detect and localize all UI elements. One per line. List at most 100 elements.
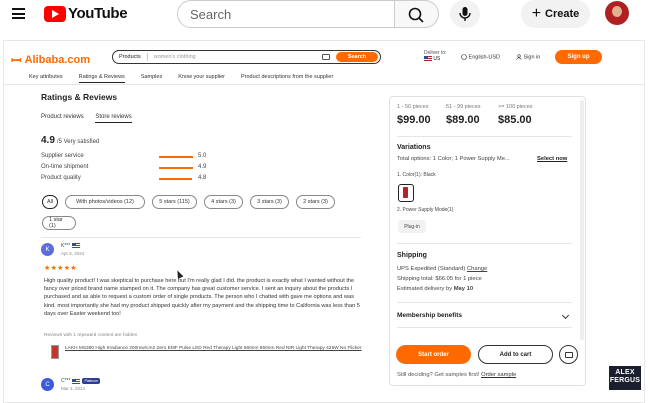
tier-range: >= 100 pieces (498, 104, 533, 110)
tier-price: $89.00 (446, 114, 480, 126)
shipping-method: UPS Expedited (Standard) Change (397, 266, 487, 272)
alibaba-wordmark: Alibaba.com (24, 54, 90, 66)
variations-total: Total options: 1 Color; 1 Power Supply M… (397, 156, 510, 162)
mic-icon (459, 7, 471, 21)
user-icon (516, 54, 522, 60)
camera-icon[interactable] (322, 54, 330, 60)
watermark-line1: ALEX (615, 369, 635, 376)
alibaba-search-button[interactable]: Search (336, 52, 378, 62)
purchase-panel (389, 96, 586, 386)
nav-key-attributes[interactable]: Key attributes (29, 74, 63, 83)
panel-divider (397, 243, 572, 244)
metric-label: Supplier service (41, 153, 84, 159)
channel-watermark: ALEX FERGUS (609, 366, 641, 390)
search-icon (408, 7, 424, 23)
alibaba-search-bar[interactable]: Products women's clothing Search (112, 50, 381, 64)
search-category-select[interactable]: Products (113, 53, 148, 61)
youtube-play-icon (44, 5, 66, 22)
alibaba-search-input[interactable]: women's clothing (148, 54, 322, 60)
filter-all[interactable]: All (42, 195, 58, 209)
metric-value: 4.8 (198, 175, 207, 181)
metric-bar (159, 156, 193, 158)
select-now-link[interactable]: Select now (537, 156, 567, 162)
youtube-search-button[interactable] (395, 0, 439, 28)
create-label: Create (545, 8, 580, 20)
membership-benefits[interactable]: Membership benefits (397, 312, 462, 319)
language-label: English-USD (468, 54, 501, 61)
reviewer-avatar: C (41, 378, 54, 391)
add-to-cart-button[interactable]: Add to cart (478, 345, 553, 364)
review-date: Mar 3, 2024 (61, 386, 86, 391)
change-shipping-link[interactable]: Change (467, 266, 487, 272)
us-flag-icon (424, 56, 432, 62)
reviews-title: Ratings & Reviews (41, 92, 118, 102)
tier-price: $99.00 (397, 114, 431, 126)
panel-scrollbar[interactable] (580, 100, 584, 340)
create-button[interactable]: + Create (521, 0, 590, 28)
filter-4-stars[interactable]: 4 stars (3) (204, 195, 243, 209)
product-nav: Key attributes Ratings & Reviews Samples… (29, 74, 349, 83)
account-avatar[interactable] (605, 1, 629, 25)
review-date: Apr 6, 2024 (61, 251, 85, 256)
menu-icon[interactable] (12, 8, 25, 19)
filter-2-stars[interactable]: 2 stars (3) (296, 195, 335, 209)
hidden-reviews-note: Reviews with 1 repeated content are hidd… (44, 333, 138, 338)
start-order-button[interactable]: Start order (396, 345, 471, 364)
platinum-badge: Platinum (82, 378, 101, 384)
metric-value: 5.0 (198, 153, 207, 159)
nav-know-supplier[interactable]: Know your supplier (178, 74, 225, 83)
samples-note: Still deciding? Get samples first! Order… (397, 372, 516, 378)
reviewer-avatar: K (41, 243, 54, 256)
filter-5-stars[interactable]: 5 stars (115) (152, 195, 197, 209)
sign-up-button[interactable]: Sign up (555, 50, 602, 64)
score-value: 4.9 (41, 135, 55, 146)
power-option-plug-in[interactable]: Plug-in (398, 220, 426, 233)
filter-photos-videos[interactable]: With photos/videos (12) (65, 195, 145, 209)
tier-price: $85.00 (498, 114, 532, 126)
estimated-delivery-date: May 10 (453, 286, 474, 292)
sign-in-link[interactable]: Sign in (516, 54, 540, 60)
message-icon (564, 351, 573, 358)
reviewer-name: C*** Platinum (61, 378, 101, 384)
nav-samples[interactable]: Samples (141, 74, 162, 83)
product-thumbnail[interactable] (51, 345, 59, 359)
us-flag-icon (72, 378, 81, 384)
tab-store-reviews[interactable]: Store reviews (95, 114, 132, 123)
variations-title: Variations (397, 144, 431, 151)
score-suffix: /5 Very satisfied (56, 139, 100, 145)
review-tabs: Product reviews Store reviews (41, 114, 142, 123)
panel-divider (397, 302, 572, 303)
panel-divider (397, 327, 572, 328)
review-body: High quality product! I was skeptical to… (44, 278, 360, 317)
order-sample-link[interactable]: Order sample (481, 372, 516, 378)
youtube-search-input[interactable]: Search (177, 0, 395, 28)
metric-value: 4.9 (198, 164, 207, 170)
message-button[interactable] (559, 345, 578, 364)
youtube-logo[interactable]: YouTube (44, 5, 128, 22)
globe-icon (461, 54, 467, 60)
youtube-wordmark: YouTube (68, 5, 128, 22)
reviewed-product-link[interactable]: LAKH MS380 High Irradiance 200mw/cm2 Zer… (65, 345, 365, 352)
nav-ratings-reviews[interactable]: Ratings & Reviews (78, 74, 125, 83)
alibaba-logo[interactable]: ꟷ Alibaba.com (11, 51, 90, 69)
tab-product-reviews[interactable]: Product reviews (41, 114, 84, 122)
plus-icon: + (531, 5, 542, 22)
metric-bar (159, 178, 192, 180)
tier-range: 51 - 99 pieces (446, 104, 481, 110)
estimated-delivery: Estimated delivery by May 10 (397, 286, 473, 292)
video-frame: ꟷ Alibaba.com Products women's clothing … (0, 40, 650, 403)
nav-divider (3, 84, 645, 85)
power-supply-label: 2. Power Supply Mode(1) (397, 207, 454, 213)
nav-product-descriptions[interactable]: Product descriptions from the supplier (241, 74, 333, 83)
color-swatch-black[interactable] (398, 184, 414, 202)
reviewer-name-text: C*** (61, 378, 71, 384)
language-selector[interactable]: English-USD (461, 54, 500, 60)
deliver-to[interactable]: Deliver to: US (424, 50, 447, 62)
filter-1-star[interactable]: 1 star (1) (42, 216, 76, 230)
reviewer-name: K*** (61, 243, 80, 249)
youtube-header: YouTube Search + Create (0, 0, 650, 30)
alibaba-logo-icon: ꟷ (11, 53, 22, 68)
metric-bar (159, 167, 193, 169)
voice-search-button[interactable] (450, 0, 480, 28)
filter-3-stars[interactable]: 3 stars (3) (250, 195, 289, 209)
